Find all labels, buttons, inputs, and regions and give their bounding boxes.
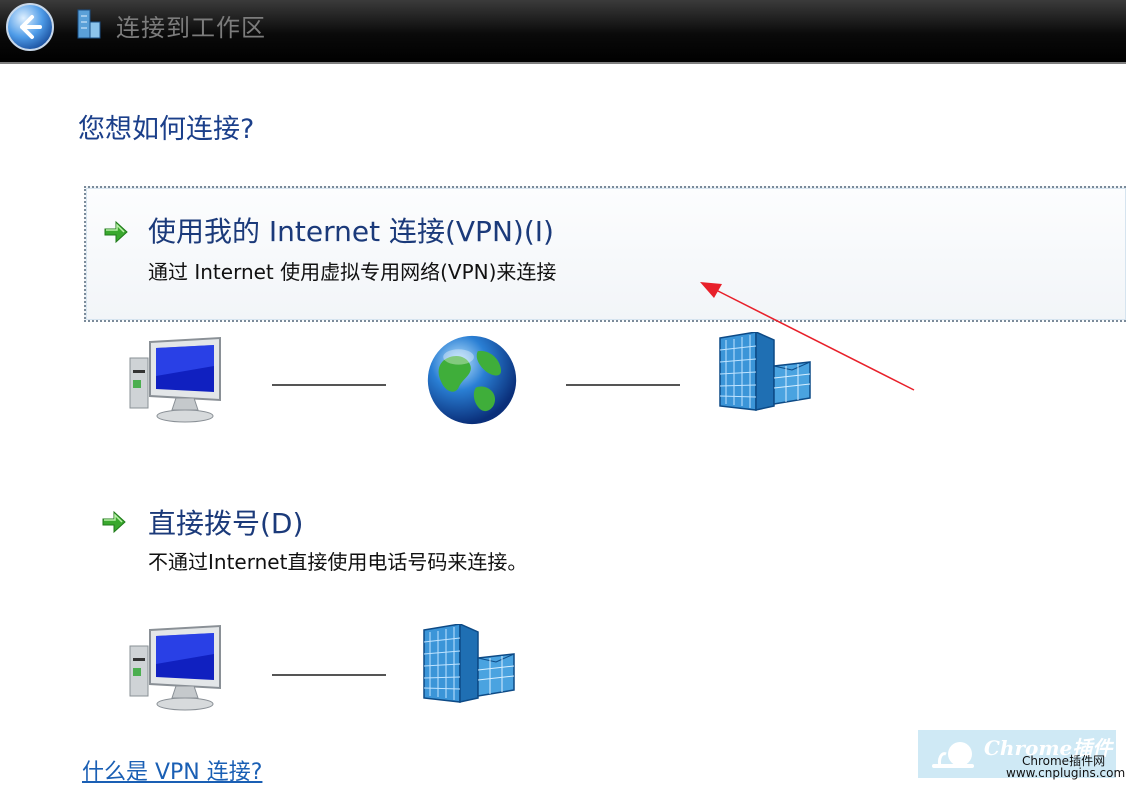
computer-icon [128, 624, 228, 714]
back-arrow-icon [20, 15, 42, 39]
vpn-option-button[interactable]: 使用我的 Internet 连接(VPN)(I) 通过 Internet 使用虚… [84, 186, 1126, 322]
watermark: Chrome插件 Chrome插件网 www.cnplugins.com [918, 730, 1125, 780]
connection-line [566, 384, 680, 386]
office-building-icon [716, 332, 816, 412]
title-bar: 连接到工作区 [0, 0, 1126, 64]
connection-line [272, 674, 386, 676]
watermark-url: www.cnplugins.com [1006, 766, 1126, 780]
connection-line [272, 384, 386, 386]
vpn-option-title: 使用我的 Internet 连接(VPN)(I) [148, 215, 554, 248]
vpn-option-description: 通过 Internet 使用虚拟专用网络(VPN)来连接 [148, 260, 557, 284]
window-title: 连接到工作区 [116, 14, 266, 42]
snail-logo-icon [932, 742, 974, 768]
page-heading: 您想如何连接? [78, 114, 255, 145]
computer-icon [128, 336, 228, 426]
what-is-vpn-link[interactable]: 什么是 VPN 连接? [82, 754, 262, 786]
office-building-icon [420, 624, 520, 704]
dial-option-title: 直接拨号(D) [148, 507, 304, 540]
direct-dial-option-button[interactable]: 直接拨号(D) 不通过Internet直接使用电话号码来连接。 [84, 492, 1126, 582]
network-workplace-icon [77, 9, 101, 39]
globe-icon [424, 332, 520, 428]
back-button[interactable] [6, 3, 54, 51]
green-arrow-icon [102, 218, 130, 246]
green-arrow-icon [100, 508, 128, 536]
dial-option-description: 不通过Internet直接使用电话号码来连接。 [148, 550, 528, 574]
